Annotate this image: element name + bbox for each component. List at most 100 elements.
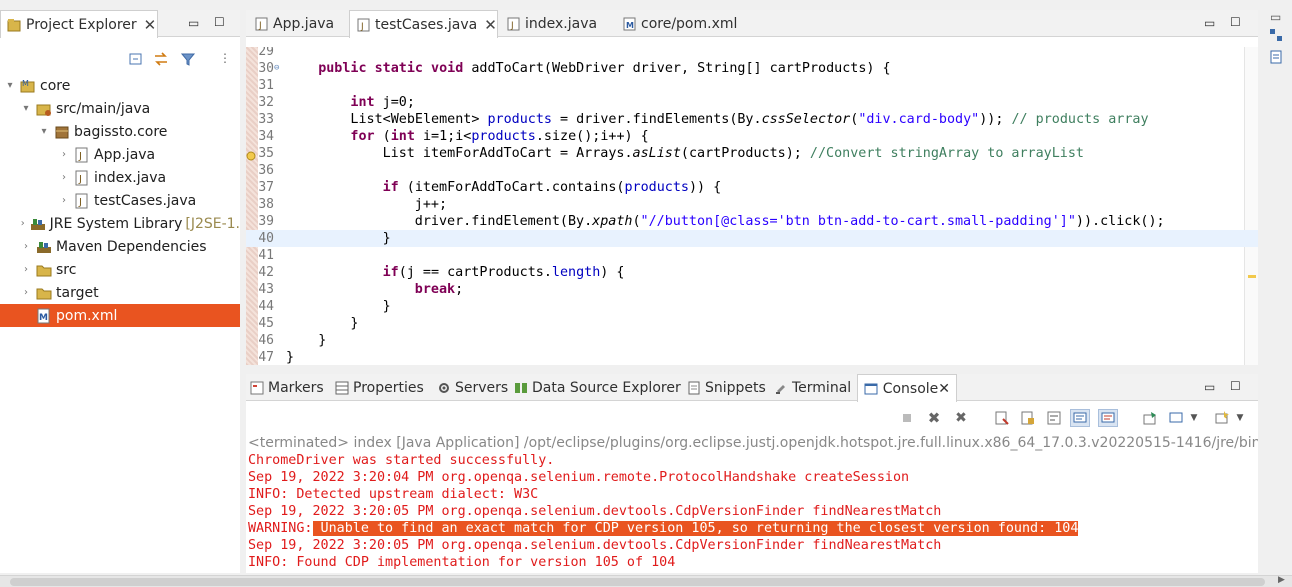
code-line[interactable]: 37 if (itemForAddToCart.contains(products… bbox=[246, 179, 1258, 196]
maximize-icon[interactable]: ☐ bbox=[1230, 15, 1241, 29]
chevron-right-icon[interactable]: › bbox=[20, 241, 32, 252]
tab-core-pom-xml[interactable]: M core/pom.xml bbox=[616, 10, 756, 37]
chevron-right-icon[interactable]: › bbox=[20, 218, 26, 229]
close-icon[interactable]: ✕ bbox=[938, 381, 950, 397]
code-line[interactable]: 43 break; bbox=[246, 281, 1258, 298]
tab-terminal[interactable]: Terminal bbox=[773, 374, 851, 401]
word-wrap-icon[interactable] bbox=[1044, 409, 1064, 427]
code-token: "div.card-body" bbox=[858, 112, 980, 127]
scrollbar-thumb[interactable] bbox=[10, 578, 1265, 586]
code-line[interactable]: 38 j++; bbox=[246, 196, 1258, 213]
minimize-icon[interactable]: ▭ bbox=[188, 16, 199, 30]
console-warning-line: WARNING: Unable to find an exact match f… bbox=[248, 520, 1079, 537]
tree-item-label: bagissto.core bbox=[74, 123, 168, 140]
remove-launch-icon[interactable]: ✖ bbox=[924, 409, 944, 427]
code-line[interactable]: 47} bbox=[246, 349, 1258, 365]
tab-data-source-explorer[interactable]: Data Source Explorer bbox=[513, 374, 681, 401]
scroll-lock-icon[interactable] bbox=[1018, 409, 1038, 427]
chevron-down-icon[interactable]: ▾ bbox=[38, 126, 50, 137]
code-line[interactable]: 33 List<WebElement> products = driver.fin… bbox=[246, 111, 1258, 128]
chevron-right-icon[interactable]: › bbox=[58, 149, 70, 160]
tree-item[interactable]: ▾ bagissto.core bbox=[0, 120, 240, 143]
horizontal-scrollbar[interactable]: ▶ bbox=[0, 575, 1292, 587]
tree-item[interactable]: › Maven Dependencies bbox=[0, 235, 240, 258]
minimize-icon[interactable]: ▭ bbox=[1204, 16, 1215, 30]
code-line[interactable]: 44} bbox=[246, 298, 1258, 315]
tree-item[interactable]: › src bbox=[0, 258, 240, 281]
scroll-right-icon[interactable]: ▶ bbox=[1278, 575, 1285, 585]
tree-item[interactable]: › J App.java bbox=[0, 143, 240, 166]
project-icon: M bbox=[20, 78, 36, 94]
tree-item[interactable]: ▾ Mcore bbox=[0, 74, 240, 97]
code-line[interactable]: 32 int j=0; bbox=[246, 94, 1258, 111]
chevron-down-icon[interactable]: ▼ bbox=[1230, 409, 1250, 427]
chevron-right-icon[interactable]: › bbox=[20, 264, 32, 275]
code-line[interactable]: 40} bbox=[246, 230, 1258, 247]
tab-properties[interactable]: Properties bbox=[334, 374, 424, 401]
tab-app-java[interactable]: J App.java bbox=[248, 10, 350, 37]
code-line[interactable]: 46} bbox=[246, 332, 1258, 349]
chevron-right-icon[interactable]: › bbox=[20, 287, 32, 298]
tree-item[interactable]: › Jindex.java bbox=[0, 166, 240, 189]
warning-icon[interactable] bbox=[246, 149, 256, 161]
code-line[interactable]: 41 bbox=[246, 247, 1258, 264]
tree-item[interactable]: › JRE System Library [J2SE-1. bbox=[0, 212, 240, 235]
line-number: 30 bbox=[258, 61, 274, 76]
tree-item[interactable]: › target bbox=[0, 281, 240, 304]
chevron-right-icon[interactable]: › bbox=[58, 195, 70, 206]
close-icon[interactable]: ✕ bbox=[144, 16, 157, 34]
show-on-stdout-icon[interactable] bbox=[1070, 409, 1090, 427]
clear-console-icon[interactable] bbox=[992, 409, 1012, 427]
maximize-icon[interactable]: ☐ bbox=[1230, 379, 1241, 393]
code-line[interactable]: 36 bbox=[246, 162, 1258, 179]
chevron-down-icon[interactable]: ▾ bbox=[20, 103, 32, 114]
code-line[interactable]: 35 List itemForAddToCart = Arrays.asList(… bbox=[246, 145, 1258, 162]
open-console-icon[interactable] bbox=[1212, 409, 1232, 427]
tab-project-explorer[interactable]: Project Explorer ✕ bbox=[0, 10, 158, 38]
chevron-down-icon[interactable]: ▼ bbox=[1184, 409, 1204, 427]
servers-icon bbox=[436, 380, 451, 395]
tab-snippets[interactable]: Snippets bbox=[686, 374, 766, 401]
task-list-icon[interactable] bbox=[1269, 50, 1283, 68]
code-line[interactable]: 42 if(j == cartProducts.length) { bbox=[246, 264, 1258, 281]
close-icon[interactable]: ✕ bbox=[484, 16, 497, 34]
tree-item[interactable]: › JtestCases.java bbox=[0, 189, 240, 212]
code-area[interactable]: 29 30 ⊖ public static void addToCart(WebDri… bbox=[246, 47, 1258, 365]
tab-index-java[interactable]: J index.java bbox=[500, 10, 610, 37]
tab-console[interactable]: Console ✕ bbox=[857, 374, 957, 402]
tab-servers[interactable]: Servers bbox=[436, 374, 508, 401]
tree-item[interactable]: Mpom.xml bbox=[0, 304, 240, 327]
code-line[interactable]: 29 bbox=[246, 47, 1258, 60]
pin-console-icon[interactable] bbox=[1140, 409, 1160, 427]
chevron-right-icon[interactable]: › bbox=[58, 172, 70, 183]
chevron-down-icon[interactable]: ▾ bbox=[4, 80, 16, 91]
show-on-stderr-icon[interactable] bbox=[1098, 409, 1118, 427]
view-menu-icon[interactable]: ⋮ bbox=[219, 51, 231, 65]
outline-icon[interactable] bbox=[1269, 28, 1283, 46]
code-line[interactable]: 45} bbox=[246, 315, 1258, 332]
fold-icon[interactable]: ⊖ bbox=[274, 60, 279, 77]
code-line[interactable]: 39 driver.findElement(By.xpath("//button[… bbox=[246, 213, 1258, 230]
remove-all-terminated-icon[interactable]: ✖ bbox=[951, 409, 971, 427]
code-token: products bbox=[487, 112, 552, 127]
tab-markers[interactable]: Markers bbox=[249, 374, 324, 401]
minimize-icon[interactable]: ▭ bbox=[1204, 380, 1215, 394]
code-line[interactable]: 31 bbox=[246, 77, 1258, 94]
restore-icon[interactable]: ▭ bbox=[1270, 10, 1281, 24]
code-token: )) { bbox=[688, 180, 722, 195]
terminate-icon[interactable] bbox=[897, 409, 917, 427]
maximize-icon[interactable]: ☐ bbox=[214, 15, 225, 29]
display-selected-console-icon[interactable] bbox=[1166, 409, 1186, 427]
java-file-icon: J bbox=[506, 17, 520, 31]
tab-testcases-java[interactable]: J testCases.java ✕ bbox=[349, 10, 498, 38]
line-number: 38 bbox=[258, 197, 274, 212]
code-line[interactable]: 34 for (int i=1;i<products.size();i++) { bbox=[246, 128, 1258, 145]
console-line: Sep 19, 2022 3:20:05 PM org.openqa.selen… bbox=[248, 538, 942, 553]
console-toolbar: ✖ ✖ ▼ ▼ bbox=[246, 404, 1258, 432]
filter-icon[interactable] bbox=[180, 51, 196, 71]
link-with-editor-icon[interactable] bbox=[153, 51, 169, 71]
tab-label: Console bbox=[882, 380, 939, 397]
tree-item[interactable]: ▾ src/main/java bbox=[0, 97, 240, 120]
collapse-all-icon[interactable] bbox=[128, 51, 144, 71]
code-line[interactable]: 30 ⊖ public static void addToCart(WebDrive… bbox=[246, 60, 1258, 77]
